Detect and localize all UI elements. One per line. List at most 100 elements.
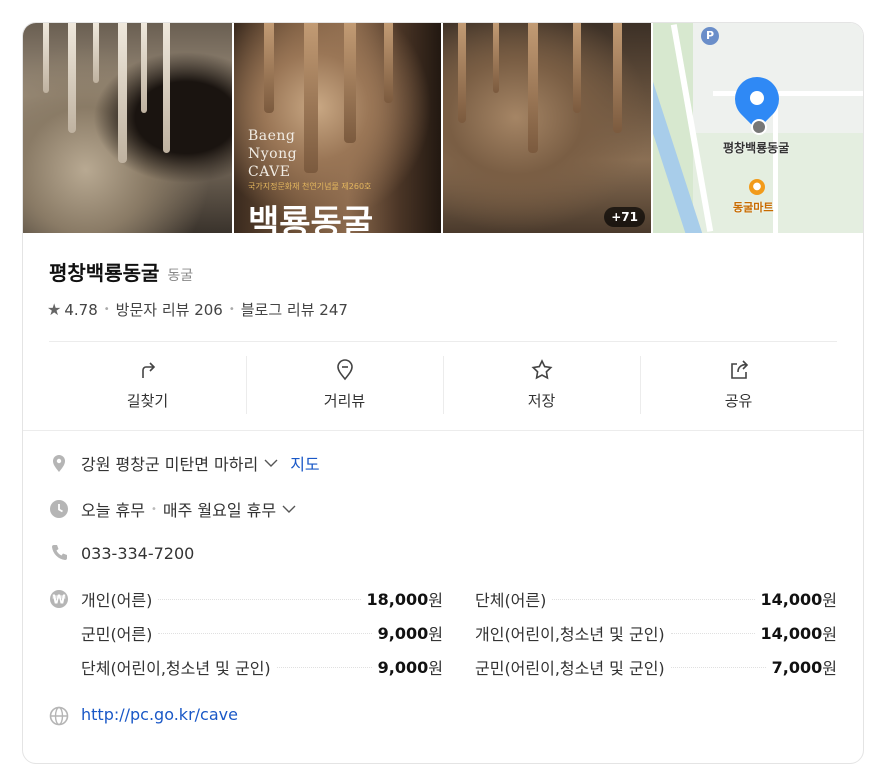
- clock-icon: [50, 500, 68, 518]
- poster-line: Nyong: [248, 146, 298, 162]
- map-link[interactable]: 지도: [290, 451, 319, 475]
- price-item: 개인(어린이,청소년 및 군인) 14,000 원: [475, 621, 837, 645]
- map-road: [773, 103, 778, 233]
- street-view-label: 거리뷰: [323, 392, 366, 410]
- price-label: 단체(어린이,청소년 및 군인): [81, 659, 271, 678]
- price-leader: [158, 598, 361, 600]
- street-view-icon: [336, 359, 353, 381]
- stalactite: [304, 23, 318, 173]
- price-row: 단체(어린이,청소년 및 군인) 9,000 원 군민(어린이,청소년 및 군인)…: [81, 655, 837, 689]
- share-label: 공유: [724, 392, 753, 410]
- stalactite: [528, 23, 538, 153]
- more-photos-badge[interactable]: +71: [604, 207, 645, 227]
- stalactite: [613, 23, 622, 133]
- price-label: 군민(어른): [81, 625, 153, 644]
- separator-dot: •: [103, 304, 110, 315]
- separator-dot: •: [228, 304, 235, 315]
- place-category: 동굴: [167, 268, 194, 284]
- stalactite: [458, 23, 466, 123]
- price-value: 14,000: [760, 623, 823, 643]
- location-icon: [53, 455, 65, 472]
- separator-dot: •: [150, 503, 157, 515]
- stalactite: [264, 23, 274, 113]
- price-label: 군민(어린이,청소년 및 군인): [475, 659, 665, 678]
- rating-row: ★ 4.78 • 방문자 리뷰 206 • 블로그 리뷰 247: [47, 299, 348, 320]
- price-leader: [276, 666, 372, 668]
- parking-icon: P: [701, 27, 719, 45]
- poster-english-title: Baeng Nyong CAVE: [248, 127, 297, 181]
- directions-button[interactable]: 길찾기: [49, 342, 246, 420]
- price-row: 개인(어른) 18,000 원 단체(어른) 14,000 원: [81, 587, 837, 621]
- address-text[interactable]: 강원 평창군 미탄면 마하리: [81, 451, 258, 475]
- stalactite: [68, 23, 76, 133]
- price-label: 단체(어른): [475, 591, 547, 610]
- address-row: 강원 평창군 미탄면 마하리 지도: [49, 451, 320, 475]
- rating-value: 4.78: [64, 300, 98, 319]
- stalactite: [384, 23, 393, 103]
- price-item: 개인(어른) 18,000 원: [81, 587, 443, 611]
- cave-photo-1[interactable]: [23, 23, 232, 233]
- share-button[interactable]: 공유: [640, 342, 837, 420]
- chevron-down-icon[interactable]: [282, 504, 296, 514]
- map-poi-label: 동굴마트: [733, 201, 774, 214]
- street-view-button[interactable]: 거리뷰: [246, 342, 443, 420]
- chevron-down-icon[interactable]: [264, 458, 278, 468]
- phone-icon: [52, 545, 67, 560]
- price-leader: [552, 598, 755, 600]
- price-unit: 원: [822, 625, 837, 644]
- price-item: 단체(어린이,청소년 및 군인) 9,000 원: [81, 655, 443, 679]
- map-place-label: 평창백룡동굴: [723, 141, 790, 155]
- pin-center: [750, 91, 764, 105]
- phone-number[interactable]: 033-334-7200: [81, 544, 194, 563]
- action-bar: 길찾기 거리뷰 저장 공유: [49, 341, 837, 420]
- hours-status: 오늘 휴무: [81, 501, 145, 520]
- poster-korean-title: 백룡동굴: [248, 203, 374, 233]
- price-value: 7,000: [771, 657, 823, 677]
- store-icon: ●: [749, 179, 765, 195]
- price-row: 군민(어른) 9,000 원 개인(어린이,청소년 및 군인) 14,000 원: [81, 621, 837, 655]
- poster-subtitle: 국가지정문화재 천연기념물 제260호: [248, 182, 372, 191]
- price-label: 개인(어른): [81, 591, 153, 610]
- save-label: 저장: [527, 392, 556, 410]
- globe-icon: [49, 706, 69, 726]
- price-unit: 원: [822, 591, 837, 610]
- poster-line: CAVE: [248, 164, 291, 180]
- stalactite: [344, 23, 356, 143]
- website-link[interactable]: http://pc.go.kr/cave: [81, 705, 238, 724]
- won-currency-icon: ₩: [50, 590, 68, 608]
- hours-detail[interactable]: 매주 월요일 휴무: [163, 497, 276, 521]
- price-value: 18,000: [366, 589, 429, 609]
- poster-line: Baeng: [248, 128, 296, 144]
- directions-icon: [141, 362, 155, 378]
- phone-row: 033-334-7200: [49, 543, 194, 563]
- price-label: 개인(어린이,청소년 및 군인): [475, 625, 665, 644]
- svg-text:₩: ₩: [52, 593, 66, 607]
- blog-reviews-link[interactable]: 블로그 리뷰 247: [241, 299, 348, 320]
- price-item: 군민(어른) 9,000 원: [81, 621, 443, 645]
- cave-photo-3[interactable]: +71: [443, 23, 651, 233]
- price-value: 9,000: [377, 623, 429, 643]
- cave-poster-photo[interactable]: Baeng Nyong CAVE 국가지정문화재 천연기념물 제260호 백룡동…: [234, 23, 441, 233]
- price-leader: [670, 632, 755, 634]
- price-leader: [670, 666, 766, 668]
- price-item: 군민(어린이,청소년 및 군인) 7,000 원: [475, 655, 837, 679]
- visitor-reviews-link[interactable]: 방문자 리뷰 206: [116, 299, 223, 320]
- price-value: 14,000: [760, 589, 823, 609]
- price-unit: 원: [428, 591, 443, 610]
- price-value: 9,000: [377, 657, 429, 677]
- price-unit: 원: [428, 625, 443, 644]
- directions-label: 길찾기: [126, 392, 169, 410]
- price-list: 개인(어른) 18,000 원 단체(어른) 14,000 원 군민(어른) 9,0…: [81, 587, 837, 689]
- stalactite: [93, 23, 99, 83]
- stalactite: [163, 23, 170, 153]
- map-thumbnail[interactable]: P 평창백룡동굴 ● 동굴마트: [653, 23, 863, 233]
- place-title[interactable]: 평창백룡동굴: [49, 257, 159, 286]
- pin-anchor: [751, 119, 767, 135]
- price-unit: 원: [822, 659, 837, 678]
- place-card: Baeng Nyong CAVE 국가지정문화재 천연기념물 제260호 백룡동…: [22, 22, 864, 764]
- price-item: 단체(어른) 14,000 원: [475, 587, 837, 611]
- place-header: 평창백룡동굴 동굴: [49, 257, 193, 286]
- stalactite: [141, 23, 147, 113]
- photo-strip: Baeng Nyong CAVE 국가지정문화재 천연기념물 제260호 백룡동…: [23, 23, 863, 233]
- save-button[interactable]: 저장: [443, 342, 640, 420]
